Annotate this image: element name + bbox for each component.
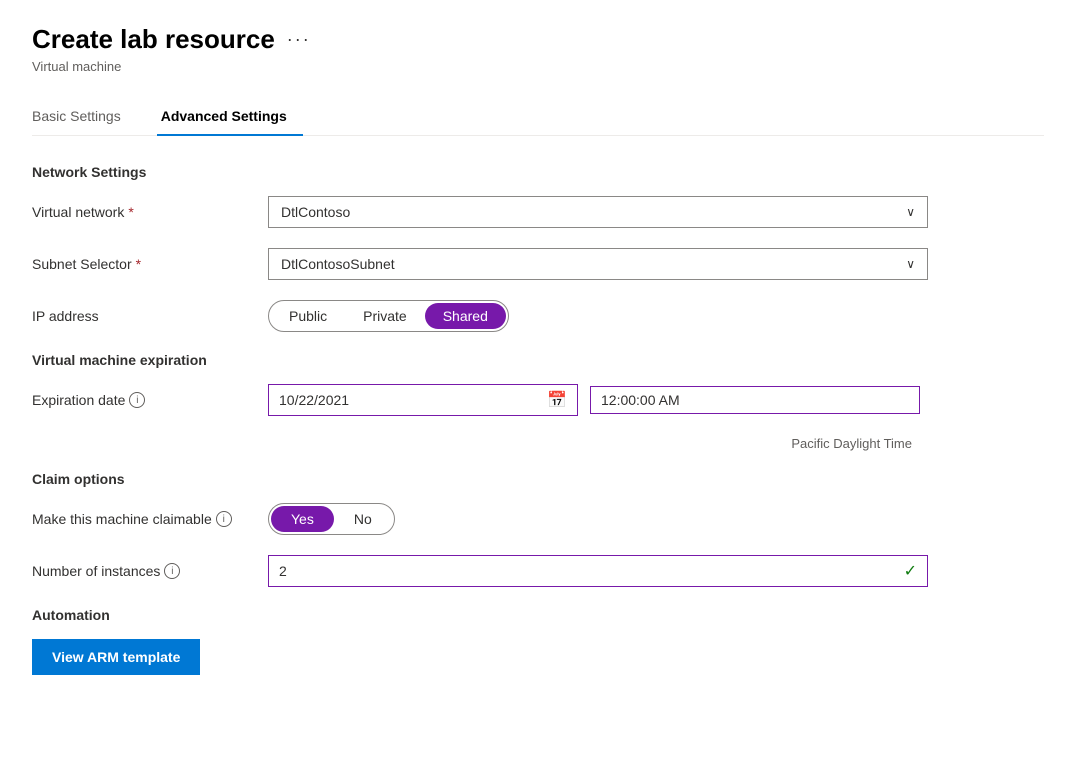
page-header: Create lab resource ··· Virtual machine (32, 24, 1044, 74)
more-options-icon[interactable]: ··· (287, 29, 311, 50)
page-subtitle: Virtual machine (32, 59, 1044, 74)
instances-info-icon[interactable]: i (164, 563, 180, 579)
ip-address-toggle-group: Public Private Shared (268, 300, 509, 332)
ip-address-label: IP address (32, 308, 252, 324)
ip-shared-option[interactable]: Shared (425, 303, 506, 329)
automation-header: Automation (32, 607, 952, 623)
claimable-label: Make this machine claimable i (32, 511, 252, 527)
title-row: Create lab resource ··· (32, 24, 1044, 55)
claim-options-header: Claim options (32, 471, 952, 487)
subnet-selector-dropdown[interactable]: DtlContosoSubnet ∨ (268, 248, 928, 280)
expiration-header: Virtual machine expiration (32, 352, 952, 368)
timezone-text: Pacific Daylight Time (252, 436, 912, 451)
claimable-info-icon[interactable]: i (216, 511, 232, 527)
ip-address-row: IP address Public Private Shared (32, 300, 952, 332)
instances-label: Number of instances i (32, 563, 252, 579)
subnet-selector-label: Subnet Selector * (32, 256, 252, 272)
virtual-network-dropdown[interactable]: DtlContoso ∨ (268, 196, 928, 228)
claimable-row: Make this machine claimable i Yes No (32, 503, 952, 535)
page-title: Create lab resource (32, 24, 275, 55)
tab-advanced-settings[interactable]: Advanced Settings (157, 98, 303, 136)
expiration-date-label: Expiration date i (32, 392, 252, 408)
virtual-network-chevron-icon: ∨ (906, 205, 915, 219)
instances-row: Number of instances i ✓ (32, 555, 952, 587)
claimable-yes-option[interactable]: Yes (271, 506, 334, 532)
expiration-date-info-icon[interactable]: i (129, 392, 145, 408)
tabs-container: Basic Settings Advanced Settings (32, 98, 1044, 136)
automation-section: Automation View ARM template (32, 607, 952, 675)
expiration-date-input[interactable] (279, 392, 539, 408)
expiration-time-input-wrapper[interactable] (590, 386, 920, 414)
subnet-chevron-icon: ∨ (906, 257, 915, 271)
claimable-toggle: Yes No (268, 503, 395, 535)
expiration-date-input-wrapper[interactable]: 📅 (268, 384, 578, 416)
timezone-row: Pacific Daylight Time (32, 436, 952, 451)
instances-input-wrapper[interactable]: ✓ (268, 555, 928, 587)
instances-check-icon: ✓ (904, 561, 917, 581)
tab-basic-settings[interactable]: Basic Settings (32, 98, 137, 136)
network-settings-header: Network Settings (32, 164, 952, 180)
subnet-selector-value: DtlContosoSubnet (281, 256, 395, 272)
expiration-date-row: Expiration date i 📅 (32, 384, 952, 416)
form-content: Network Settings Virtual network * DtlCo… (32, 164, 952, 675)
virtual-network-required: * (128, 204, 133, 220)
instances-input[interactable] (279, 563, 904, 579)
subnet-required: * (136, 256, 141, 272)
claimable-no-option[interactable]: No (334, 506, 392, 532)
virtual-network-row: Virtual network * DtlContoso ∨ (32, 196, 952, 228)
expiration-inputs: 📅 (268, 384, 928, 416)
expiration-time-input[interactable] (601, 392, 909, 408)
calendar-icon[interactable]: 📅 (547, 390, 567, 410)
subnet-selector-row: Subnet Selector * DtlContosoSubnet ∨ (32, 248, 952, 280)
ip-private-option[interactable]: Private (345, 303, 425, 329)
ip-public-option[interactable]: Public (271, 303, 345, 329)
virtual-network-value: DtlContoso (281, 204, 350, 220)
view-arm-template-button[interactable]: View ARM template (32, 639, 200, 675)
virtual-network-label: Virtual network * (32, 204, 252, 220)
